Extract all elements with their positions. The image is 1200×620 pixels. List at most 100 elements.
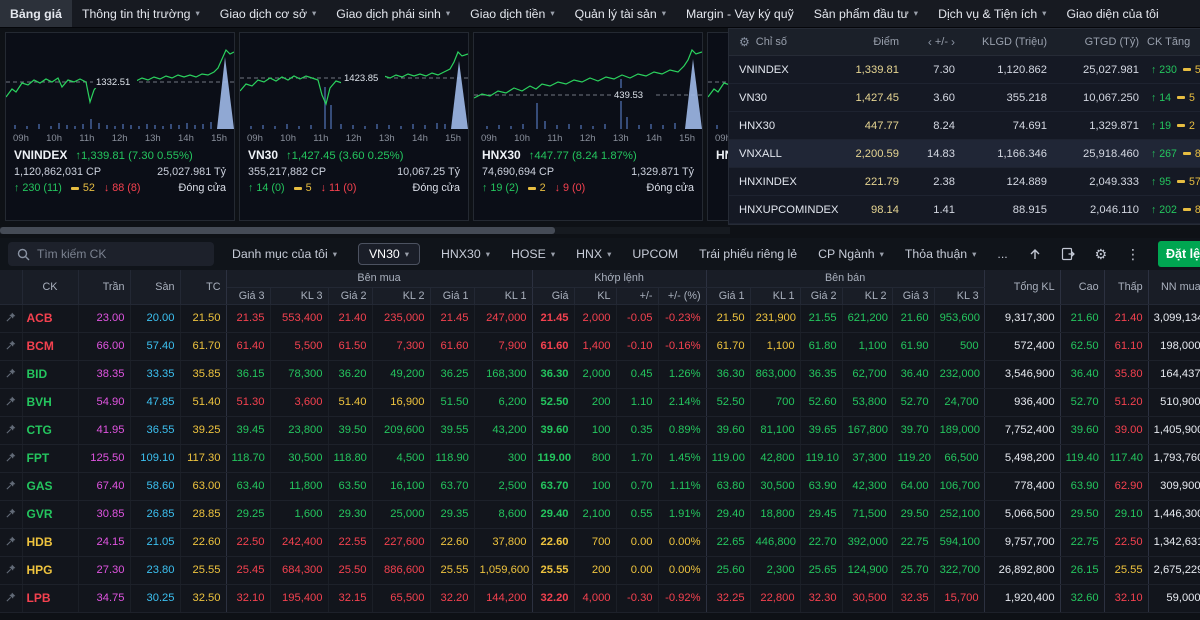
index-volume: 355,217,882 CP [248, 166, 326, 178]
tab-more[interactable]: ... [997, 247, 1007, 261]
pin-cell[interactable] [0, 332, 22, 360]
index-row-vnxall[interactable]: VNXALL2,200.5914.831,166.34625,918.460↑ … [729, 140, 1200, 168]
market-status: Đóng cửa [413, 182, 460, 194]
pin-cell[interactable] [0, 528, 22, 556]
kebab-menu-icon[interactable]: ⋮ [1126, 247, 1140, 261]
nav-item-bang-gia[interactable]: Bảng giá [0, 0, 72, 27]
index-points: 447.77 [849, 120, 907, 132]
stock-row-bvh[interactable]: BVH54.9047.8551.4051.303,60051.4016,9005… [0, 388, 1200, 416]
stock-symbol[interactable]: LPB [22, 584, 78, 612]
unchanged: 52 [71, 182, 95, 194]
bid-price-2: 39.50 [328, 416, 372, 444]
pin-cell[interactable] [0, 584, 22, 612]
pin-cell[interactable] [0, 360, 22, 388]
horizontal-scrollbar[interactable] [0, 227, 730, 234]
high-price: 21.60 [1060, 304, 1104, 332]
index-row-hnxupcomindex[interactable]: HNXUPCOMINDEX98.141.4188.9152,046.110↑ 2… [729, 196, 1200, 224]
index-row-hnxindex[interactable]: HNXINDEX221.792.38124.8892,049.333↑ 9557 [729, 168, 1200, 196]
match-volume: 2,100 [574, 500, 616, 528]
pin-cell[interactable] [0, 472, 22, 500]
ask-price-2: 63.90 [800, 472, 842, 500]
nav-item-giao-dich-co-so[interactable]: Giao dịch cơ sở▾ [210, 0, 327, 27]
pin-cell[interactable] [0, 556, 22, 584]
tab-thoa-thuan[interactable]: Thỏa thuận▾ [905, 247, 977, 261]
index-chart-panel-hnx30[interactable]: 439.5309h10h11h12h13h14h15hHNX30↑447.77 … [473, 32, 703, 221]
stock-row-hdb[interactable]: HDB24.1521.0522.6022.50242,40022.55227,6… [0, 528, 1200, 556]
bid-price-3: 32.10 [226, 584, 270, 612]
stock-row-lpb[interactable]: LPB34.7530.2532.5032.10195,40032.1565,50… [0, 584, 1200, 612]
place-order-button[interactable]: Đặt lệnh [1158, 241, 1200, 267]
stock-symbol[interactable]: BVH [22, 388, 78, 416]
bid-volume-2: 16,100 [372, 472, 430, 500]
index-chart-panel-vnindex[interactable]: 1332.5109h10h11h12h13h14h15hVNINDEX↑1,33… [5, 32, 235, 221]
tab-hose[interactable]: HOSE▾ [511, 247, 555, 261]
chevron-left-icon[interactable]: ‹ [928, 35, 932, 49]
col-match-vol: KL [574, 287, 616, 304]
tab-hnx30[interactable]: HNX30▾ [441, 247, 490, 261]
ask-volume-3: 66,500 [934, 444, 984, 472]
chart-time-axis: 09h10h11h12h13h14h15h [474, 131, 702, 145]
match-price: 32.20 [532, 584, 574, 612]
ask-price-1: 25.60 [706, 556, 750, 584]
stock-symbol[interactable]: GVR [22, 500, 78, 528]
stock-symbol[interactable]: ACB [22, 304, 78, 332]
arrow-up-icon[interactable] [1028, 247, 1042, 261]
nav-item-giao-dien-cua-toi[interactable]: Giao diện của tôi [1056, 0, 1168, 27]
stock-symbol[interactable]: HDB [22, 528, 78, 556]
index-gtgd: 1,329.871 [1055, 120, 1147, 132]
stock-symbol[interactable]: BCM [22, 332, 78, 360]
tab-upcom[interactable]: UPCOM [632, 247, 678, 261]
stock-symbol[interactable]: HPG [22, 556, 78, 584]
pin-cell[interactable] [0, 388, 22, 416]
stock-row-gvr[interactable]: GVR30.8526.8528.8529.251,60029.3025,0002… [0, 500, 1200, 528]
index-name: HNX30 [482, 148, 521, 162]
index-row-hnx30[interactable]: HNX30447.778.2474.6911,329.871↑ 192↓ 9 [729, 112, 1200, 140]
index-chart-panel-vn30[interactable]: 1423.8509h10h11h12h13h14h15hVN30↑1,427.4… [239, 32, 469, 221]
pin-cell[interactable] [0, 304, 22, 332]
nav-item-dich-vu-tien-ich[interactable]: Dịch vụ & Tiện ích▾ [928, 0, 1056, 27]
chevron-down-icon: ▾ [333, 249, 337, 260]
stock-symbol[interactable]: BID [22, 360, 78, 388]
bid-price-2: 118.80 [328, 444, 372, 472]
stock-row-hpg[interactable]: HPG27.3023.8025.5525.45684,30025.50886,6… [0, 556, 1200, 584]
stock-symbol[interactable]: FPT [22, 444, 78, 472]
pin-icon [6, 592, 16, 602]
total-volume: 1,920,400 [984, 584, 1060, 612]
pin-cell[interactable] [0, 500, 22, 528]
index-points: 1,427.45 [849, 92, 907, 104]
search-box[interactable] [8, 242, 214, 266]
pin-cell[interactable] [0, 416, 22, 444]
tab-hnx[interactable]: HNX▾ [576, 247, 611, 261]
nav-item-thong-tin-thi-truong[interactable]: Thông tin thị trường▾ [72, 0, 210, 27]
gear-icon[interactable]: ⚙ [1094, 247, 1107, 261]
scrollbar-thumb[interactable] [0, 227, 555, 234]
stock-row-ctg[interactable]: CTG41.9536.5539.2539.4523,80039.50209,60… [0, 416, 1200, 444]
stock-row-bcm[interactable]: BCM66.0057.4061.7061.405,50061.507,30061… [0, 332, 1200, 360]
stock-row-bid[interactable]: BID38.3533.3535.8536.1578,30036.2049,200… [0, 360, 1200, 388]
gear-icon[interactable]: ⚙ [739, 35, 750, 49]
stock-symbol[interactable]: CTG [22, 416, 78, 444]
nav-item-giao-dich-tien[interactable]: Giao dịch tiền▾ [460, 0, 564, 27]
foreign-buy-volume: 59,000 [1148, 584, 1200, 612]
stock-symbol[interactable]: GAS [22, 472, 78, 500]
search-input[interactable] [37, 247, 205, 261]
stock-row-gas[interactable]: GAS67.4058.6063.0063.4011,80063.5016,100… [0, 472, 1200, 500]
high-price: 22.75 [1060, 528, 1104, 556]
tab-cp-nganh[interactable]: CP Ngành▾ [818, 247, 884, 261]
stock-row-fpt[interactable]: FPT125.50109.10117.30118.7030,500118.804… [0, 444, 1200, 472]
nav-item-margin-vay-ky-quy[interactable]: Margin - Vay ký quỹ [676, 0, 804, 27]
export-icon[interactable] [1061, 247, 1075, 261]
index-row-vn30[interactable]: VN301,427.453.60355.21810,067.250↑ 145↓ … [729, 84, 1200, 112]
tab-danh-muc-cua-toi[interactable]: Danh mục của tôi▾ [232, 247, 337, 261]
index-row-vnindex[interactable]: VNINDEX1,339.817.301,120.86225,027.981↑ … [729, 56, 1200, 84]
match-change-pct: -0.92% [658, 584, 706, 612]
tab-trai-phieu-rieng-le[interactable]: Trái phiếu riêng lẻ [699, 247, 797, 261]
pin-cell[interactable] [0, 444, 22, 472]
col-bid-price1: Giá 1 [430, 287, 474, 304]
tab-vn30[interactable]: VN30▾ [358, 243, 420, 265]
nav-item-giao-dich-phai-sinh[interactable]: Giao dịch phái sinh▾ [326, 0, 460, 27]
stock-row-acb[interactable]: ACB23.0020.0021.5021.35553,40021.40235,0… [0, 304, 1200, 332]
nav-item-quan-ly-tai-san[interactable]: Quản lý tài sản▾ [565, 0, 676, 27]
chevron-right-icon[interactable]: › [951, 35, 955, 49]
nav-item-san-pham-au-tu[interactable]: Sản phẩm đầu tư▾ [804, 0, 928, 27]
